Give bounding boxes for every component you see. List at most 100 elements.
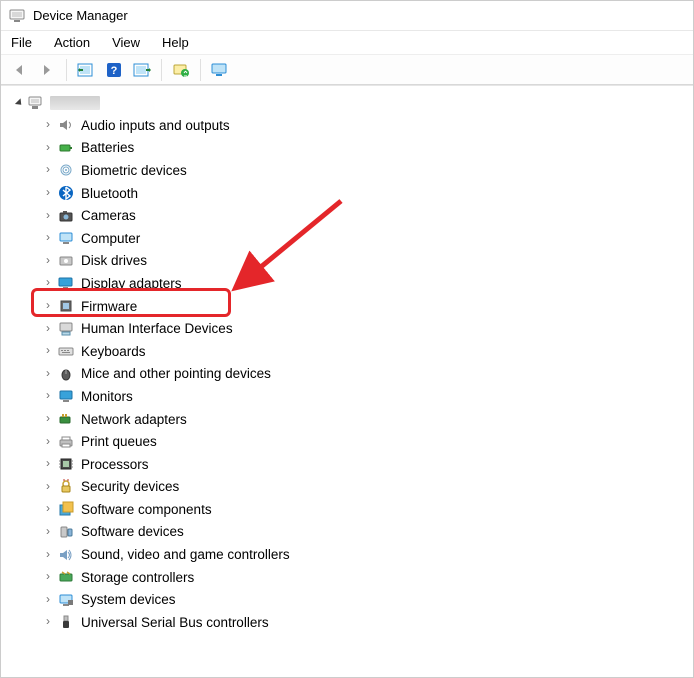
expand-icon[interactable] [43, 164, 53, 174]
expand-icon[interactable] [43, 119, 53, 129]
swcomp-icon [57, 500, 75, 518]
expand-icon[interactable] [43, 503, 53, 513]
toolbar-properties-button[interactable] [130, 58, 154, 82]
expand-icon[interactable] [43, 300, 53, 310]
tree-category-network[interactable]: Network adapters [43, 408, 693, 431]
tree-category-label: Cameras [81, 208, 136, 223]
keyboard-icon [57, 342, 75, 360]
tree-category-cpu[interactable]: Processors [43, 453, 693, 476]
monitor-icon [57, 387, 75, 405]
battery-icon [57, 139, 75, 157]
menubar: File Action View Help [1, 31, 693, 55]
tree-category-list: Audio inputs and outputs Batteries Biometr… [1, 114, 693, 634]
device-tree: Audio inputs and outputs Batteries Biometr… [1, 85, 693, 640]
hid-icon [57, 320, 75, 338]
computer-icon [28, 95, 44, 111]
tree-category-label: Human Interface Devices [81, 321, 233, 336]
tree-category-security[interactable]: Security devices [43, 476, 693, 499]
toolbar-scan-button[interactable] [169, 58, 193, 82]
expand-icon[interactable] [43, 368, 53, 378]
tree-category-bluetooth[interactable]: Bluetooth [43, 182, 693, 205]
tree-category-battery[interactable]: Batteries [43, 137, 693, 160]
expand-icon[interactable] [43, 345, 53, 355]
root-computer-name [50, 96, 100, 110]
expand-icon[interactable] [43, 413, 53, 423]
tree-category-storage[interactable]: Storage controllers [43, 566, 693, 589]
tree-category-monitor[interactable]: Monitors [43, 385, 693, 408]
tree-category-label: Disk drives [81, 253, 147, 268]
app-icon [9, 8, 25, 24]
tree-root-node[interactable] [1, 92, 693, 114]
tree-category-label: Firmware [81, 299, 137, 314]
tree-category-label: Network adapters [81, 412, 187, 427]
menu-help[interactable]: Help [162, 35, 189, 50]
expand-icon[interactable] [43, 481, 53, 491]
toolbar-separator [200, 59, 201, 81]
tree-category-speaker[interactable]: Audio inputs and outputs [43, 114, 693, 137]
tree-category-camera[interactable]: Cameras [43, 204, 693, 227]
tree-category-firmware[interactable]: Firmware [43, 295, 693, 318]
toolbar-monitor-button[interactable] [208, 58, 232, 82]
toolbar-back-button[interactable] [7, 58, 31, 82]
security-icon [57, 478, 75, 496]
tree-category-label: Mice and other pointing devices [81, 366, 271, 381]
expand-icon[interactable] [43, 277, 53, 287]
tree-category-hid[interactable]: Human Interface Devices [43, 317, 693, 340]
tree-category-label: Storage controllers [81, 570, 194, 585]
menu-action[interactable]: Action [54, 35, 90, 50]
toolbar-separator [161, 59, 162, 81]
toolbar-help-button[interactable]: ? [102, 58, 126, 82]
svg-text:?: ? [111, 65, 118, 77]
camera-icon [57, 207, 75, 225]
expand-icon[interactable] [43, 616, 53, 626]
expand-icon[interactable] [43, 210, 53, 220]
expand-icon[interactable] [43, 187, 53, 197]
tree-category-label: Universal Serial Bus controllers [81, 615, 269, 630]
expand-icon[interactable] [43, 390, 53, 400]
tree-category-label: Batteries [81, 140, 134, 155]
tree-category-printer[interactable]: Print queues [43, 430, 693, 453]
expand-icon[interactable] [43, 142, 53, 152]
expand-icon[interactable] [43, 458, 53, 468]
toolbar-show-hidden-button[interactable] [74, 58, 98, 82]
mouse-icon [57, 365, 75, 383]
menu-view[interactable]: View [112, 35, 140, 50]
tree-category-disk[interactable]: Disk drives [43, 250, 693, 273]
menu-file[interactable]: File [11, 35, 32, 50]
toolbar-forward-button[interactable] [35, 58, 59, 82]
tree-category-label: Audio inputs and outputs [81, 118, 230, 133]
fingerprint-icon [57, 161, 75, 179]
disk-icon [57, 252, 75, 270]
system-icon [57, 591, 75, 609]
tree-category-display[interactable]: Display adapters [43, 272, 693, 295]
expand-icon[interactable] [43, 232, 53, 242]
tree-category-fingerprint[interactable]: Biometric devices [43, 159, 693, 182]
tree-category-label: Software devices [81, 524, 184, 539]
tree-category-mouse[interactable]: Mice and other pointing devices [43, 363, 693, 386]
tree-category-swcomp[interactable]: Software components [43, 498, 693, 521]
tree-category-label: Processors [81, 457, 149, 472]
tree-category-sound[interactable]: Sound, video and game controllers [43, 543, 693, 566]
tree-category-usb[interactable]: Universal Serial Bus controllers [43, 611, 693, 634]
expand-icon[interactable] [43, 571, 53, 581]
expand-icon[interactable] [43, 526, 53, 536]
tree-category-keyboard[interactable]: Keyboards [43, 340, 693, 363]
expand-icon[interactable] [43, 436, 53, 446]
tree-category-label: Keyboards [81, 344, 146, 359]
expand-icon[interactable] [43, 549, 53, 559]
firmware-icon [57, 297, 75, 315]
tree-category-computer[interactable]: Computer [43, 227, 693, 250]
tree-category-label: Software components [81, 502, 212, 517]
expand-icon[interactable] [43, 594, 53, 604]
tree-category-swdev[interactable]: Software devices [43, 521, 693, 544]
tree-category-system[interactable]: System devices [43, 588, 693, 611]
tree-category-label: Display adapters [81, 276, 182, 291]
expand-icon[interactable] [15, 98, 24, 107]
tree-category-label: System devices [81, 592, 176, 607]
tree-category-label: Print queues [81, 434, 157, 449]
expand-icon[interactable] [43, 323, 53, 333]
expand-icon[interactable] [43, 255, 53, 265]
toolbar-separator [66, 59, 67, 81]
printer-icon [57, 433, 75, 451]
computer-icon [57, 229, 75, 247]
